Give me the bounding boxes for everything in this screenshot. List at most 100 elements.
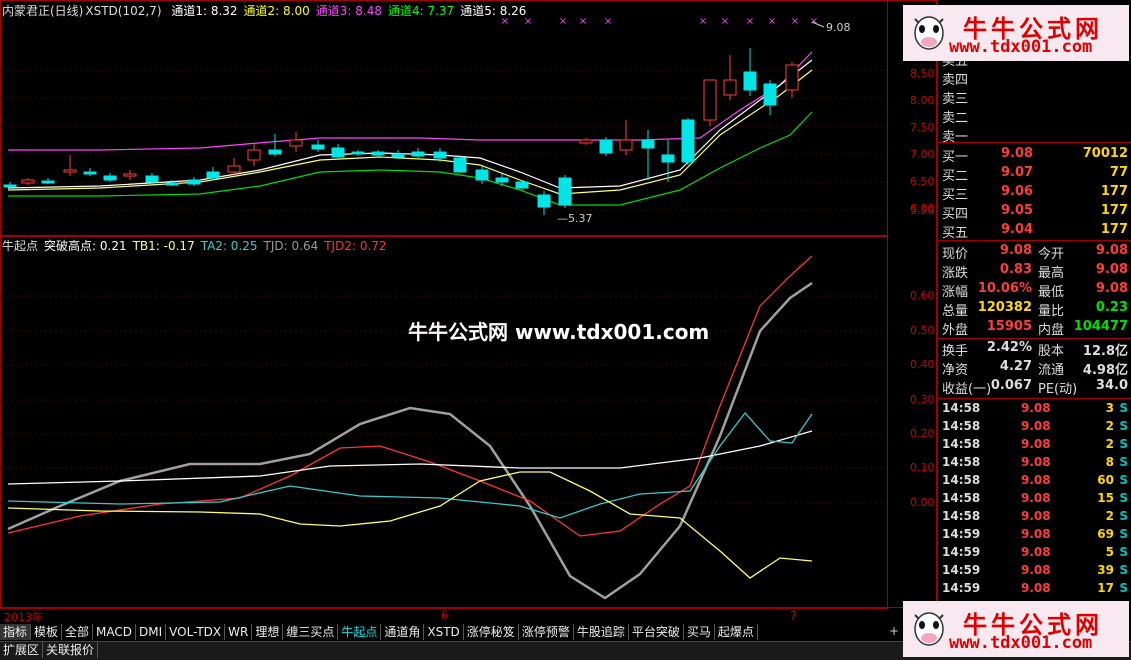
candle[interactable] [411,148,425,158]
tab-4[interactable]: DMI [136,624,167,640]
tick-price: 9.08 [1021,581,1051,595]
signal-marker: × [501,16,509,27]
bottom-tab-0[interactable]: 扩展区 [0,642,44,658]
candle[interactable] [187,177,201,186]
candle[interactable] [537,191,551,215]
candle[interactable] [41,178,55,184]
candle[interactable] [21,178,35,185]
tick-row[interactable]: 14:59 9.08 39 S [938,563,1131,581]
tab-13[interactable]: 涨停预警 [518,624,574,640]
tick-side: S [1119,509,1128,523]
candle[interactable] [599,137,613,156]
tab-12[interactable]: 涨停秘笈 [463,624,519,640]
tick-row[interactable]: 14:58 9.08 2 S [938,419,1131,437]
buy-level-row[interactable]: 买四 9.05 177 [938,203,1131,222]
tab-10[interactable]: 通道角 [381,624,425,640]
tab-6[interactable]: WR [225,624,253,640]
tick-price: 9.08 [1021,563,1051,577]
candle[interactable] [661,140,675,182]
candle[interactable] [145,173,159,184]
tab-14[interactable]: 牛股追踪 [573,624,629,640]
candle[interactable] [475,166,489,184]
signal-marker: × [810,16,818,27]
quote-row: 外盘 15905 内盘 104477 [938,319,1131,338]
candle[interactable] [641,130,655,180]
candle[interactable] [723,55,737,100]
tick-volume: 60 [1097,473,1114,487]
candle[interactable] [743,48,757,96]
candle[interactable] [331,144,345,160]
quote-row: 现价 9.08 今开 9.08 [938,243,1131,262]
tick-row[interactable]: 14:58 9.08 15 S [938,491,1131,509]
quote-cell: 10.06% [977,281,1032,296]
candle[interactable] [495,174,509,186]
candle[interactable] [579,138,593,145]
tab-8[interactable]: 缠三买点 [283,624,339,640]
price-tick-label: 8.50 [910,67,935,80]
osc-chart[interactable] [0,236,888,608]
candle[interactable] [3,182,17,190]
tab-7[interactable]: 理想 [252,624,284,640]
tick-side: S [1119,437,1128,451]
tick-row[interactable]: 14:58 9.08 8 S [938,455,1131,473]
tick-row[interactable]: 14:59 9.08 69 S [938,527,1131,545]
high-price-label: 9.08 [826,21,851,34]
tab-5[interactable]: VOL-TDX [166,624,226,640]
candle[interactable] [63,155,77,176]
candle[interactable] [268,134,282,156]
sell-level-row[interactable]: 卖四 [938,69,1131,88]
candle[interactable] [763,80,777,115]
price-chart[interactable]: × × × × × × × × × × × 9.08 —5.37 [0,0,888,236]
candle[interactable] [311,140,325,152]
tab-1[interactable]: 模板 [31,624,63,640]
tab-0[interactable]: 指标 [0,624,32,640]
tick-row[interactable]: 14:58 9.08 60 S [938,473,1131,491]
candle[interactable] [289,132,303,152]
tick-row[interactable]: 14:59 9.08 5 S [938,545,1131,563]
tab-17[interactable]: 起爆点 [714,624,758,640]
quote-cell: PE(动) [1038,382,1078,397]
candle[interactable] [558,175,572,208]
tab-11[interactable]: XSTD [424,624,464,640]
candle[interactable] [247,144,261,166]
candle[interactable] [703,79,717,126]
candle[interactable] [206,167,220,180]
quote-cell: 内盘 [1038,323,1065,338]
buy-level-row[interactable]: 买一 9.08 70012 [938,146,1131,165]
tick-row[interactable]: 14:58 9.08 2 S [938,437,1131,455]
quote-cell: 0.067 [990,378,1032,393]
candle[interactable] [103,173,117,182]
candle[interactable] [351,150,365,156]
buy-level-volume: 70012 [1082,146,1128,161]
sell-level-row[interactable]: 卖二 [938,107,1131,126]
tab-3[interactable]: MACD [93,624,137,640]
tick-row[interactable]: 14:58 9.08 2 S [938,509,1131,527]
tab-16[interactable]: 买马 [683,624,715,640]
candle[interactable] [681,118,695,165]
quote-cell: 外盘 [942,323,969,338]
tick-row[interactable]: 14:58 9.08 3 S [938,401,1131,419]
tab-15[interactable]: 平台突破 [628,624,684,640]
ob-divider [938,142,1131,143]
candle[interactable] [515,180,529,190]
candle[interactable] [371,150,385,157]
candle[interactable] [83,168,97,176]
candle[interactable] [785,62,799,98]
quote-cell: 换手 [942,344,969,359]
candle[interactable] [123,170,137,180]
buy-level-volume: 77 [1109,165,1128,180]
tab-9[interactable]: 牛起点 [338,624,382,640]
buy-level-row[interactable]: 买五 9.04 177 [938,222,1131,241]
tab-2[interactable]: 全部 [62,624,94,640]
tab-scroll-plus[interactable]: + [889,624,901,640]
sell-level-row[interactable]: 卖三 [938,88,1131,107]
candle[interactable] [453,155,467,173]
osc-tick-label: 0.50 [910,324,935,337]
buy-level-row[interactable]: 买三 9.06 177 [938,184,1131,203]
buy-level-row[interactable]: 买二 9.07 77 [938,165,1131,184]
bottom-tab-1[interactable]: 关联报价 [43,642,99,658]
tick-row[interactable]: 14:59 9.08 17 S [938,581,1131,599]
buy-level-price: 9.07 [1001,165,1034,180]
sell-level-label: 卖四 [942,73,969,88]
candle[interactable] [619,120,633,155]
